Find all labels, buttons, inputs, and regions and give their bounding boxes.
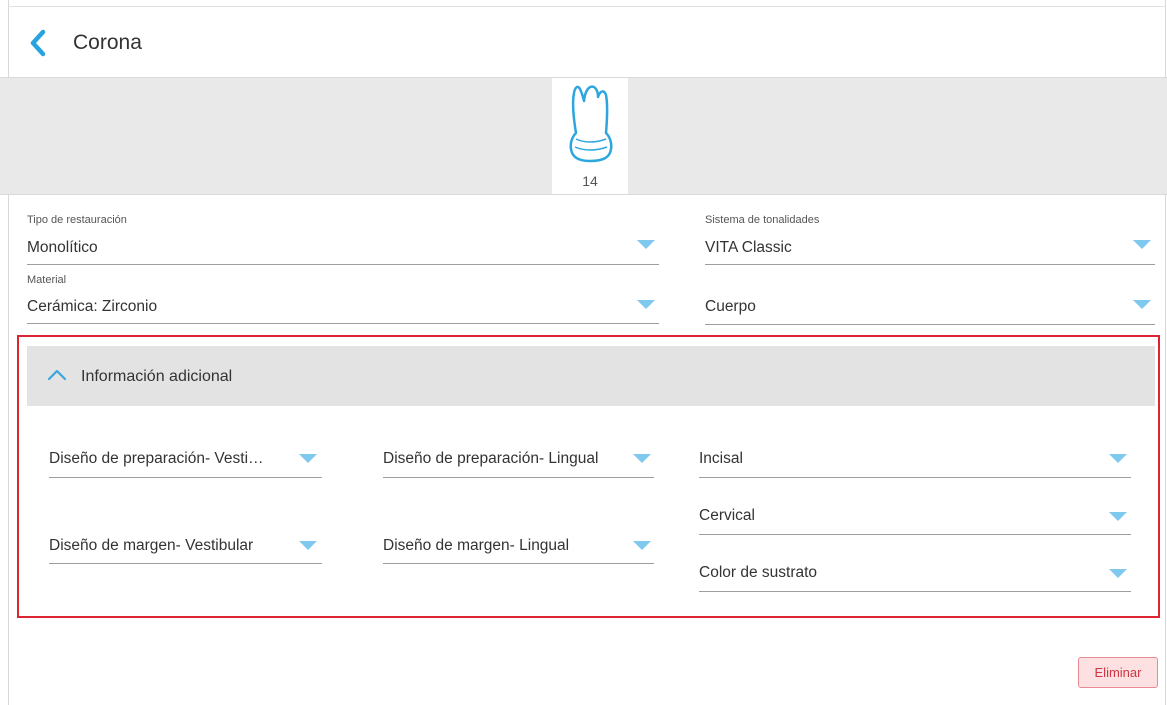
- back-button[interactable]: [25, 27, 51, 59]
- margin-design-buccal-select[interactable]: Diseño de margen- Vestibular: [49, 528, 322, 564]
- dropdown-arrow-icon[interactable]: [1133, 240, 1151, 249]
- additional-info-toggle[interactable]: Información adicional: [27, 346, 1155, 406]
- incisal-value: Incisal: [699, 450, 743, 467]
- dropdown-arrow-icon[interactable]: [1109, 454, 1127, 463]
- restoration-type-value: Monolítico: [27, 239, 98, 256]
- shade-system-select[interactable]: Sistema de tonalidades VITA Classic: [705, 211, 1155, 265]
- margin-design-lingual-value: Diseño de margen- Lingual: [383, 537, 570, 554]
- chevron-up-icon: [47, 369, 67, 381]
- body-shade-value: Cuerpo: [705, 298, 756, 315]
- prep-design-buccal-select[interactable]: Diseño de preparación- Vesti…: [49, 442, 322, 478]
- header: Corona: [9, 7, 1165, 77]
- substrate-color-value: Color de sustrato: [699, 564, 818, 581]
- chevron-left-icon: [30, 29, 46, 57]
- prep-design-lingual-select[interactable]: Diseño de preparación- Lingual: [383, 442, 654, 478]
- shade-system-label: Sistema de tonalidades: [705, 214, 820, 226]
- delete-button[interactable]: Eliminar: [1078, 657, 1158, 688]
- substrate-color-select[interactable]: Color de sustrato: [699, 557, 1131, 592]
- margin-design-buccal-value: Diseño de margen- Vestibular: [49, 537, 254, 554]
- body-shade-select[interactable]: Cuerpo: [705, 271, 1155, 325]
- dropdown-arrow-icon[interactable]: [1133, 300, 1151, 309]
- dropdown-arrow-icon[interactable]: [633, 541, 651, 550]
- dropdown-arrow-icon[interactable]: [637, 300, 655, 309]
- tooth-number: 14: [582, 173, 598, 189]
- dropdown-arrow-icon[interactable]: [1109, 512, 1127, 521]
- tooth-card[interactable]: 14: [552, 78, 628, 194]
- dropdown-arrow-icon[interactable]: [1109, 569, 1127, 578]
- dropdown-arrow-icon[interactable]: [637, 240, 655, 249]
- cervical-select[interactable]: Cervical: [699, 500, 1131, 535]
- restoration-type-label: Tipo de restauración: [27, 214, 127, 226]
- shade-system-value: VITA Classic: [705, 239, 792, 256]
- material-value: Cerámica: Zirconio: [27, 298, 158, 315]
- material-label: Material: [27, 274, 67, 286]
- cervical-value: Cervical: [699, 507, 755, 524]
- prep-design-buccal-value: Diseño de preparación- Vesti…: [49, 450, 264, 467]
- incisal-select[interactable]: Incisal: [699, 442, 1131, 478]
- margin-design-lingual-select[interactable]: Diseño de margen- Lingual: [383, 528, 654, 564]
- tooth-icon: [569, 85, 613, 163]
- dropdown-arrow-icon[interactable]: [299, 541, 317, 550]
- material-select[interactable]: Material Cerámica: Zirconio: [27, 271, 659, 324]
- tooth-selector-band: 14: [0, 77, 1167, 195]
- prep-design-lingual-value: Diseño de preparación- Lingual: [383, 450, 599, 467]
- additional-info-title: Información adicional: [81, 368, 233, 385]
- page-title: Corona: [73, 31, 142, 54]
- dropdown-arrow-icon[interactable]: [299, 454, 317, 463]
- restoration-type-select[interactable]: Tipo de restauración Monolítico: [27, 211, 659, 265]
- dropdown-arrow-icon[interactable]: [633, 454, 651, 463]
